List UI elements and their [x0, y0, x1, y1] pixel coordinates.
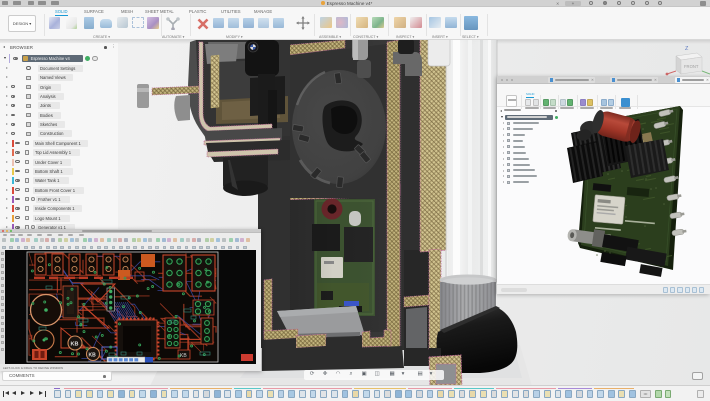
svg-text:Z: Z: [685, 46, 689, 52]
svg-text:KB: KB: [180, 353, 187, 359]
svg-text:FRONT: FRONT: [684, 64, 699, 69]
svg-text:KB: KB: [89, 352, 97, 358]
svg-text:KB: KB: [71, 341, 79, 347]
